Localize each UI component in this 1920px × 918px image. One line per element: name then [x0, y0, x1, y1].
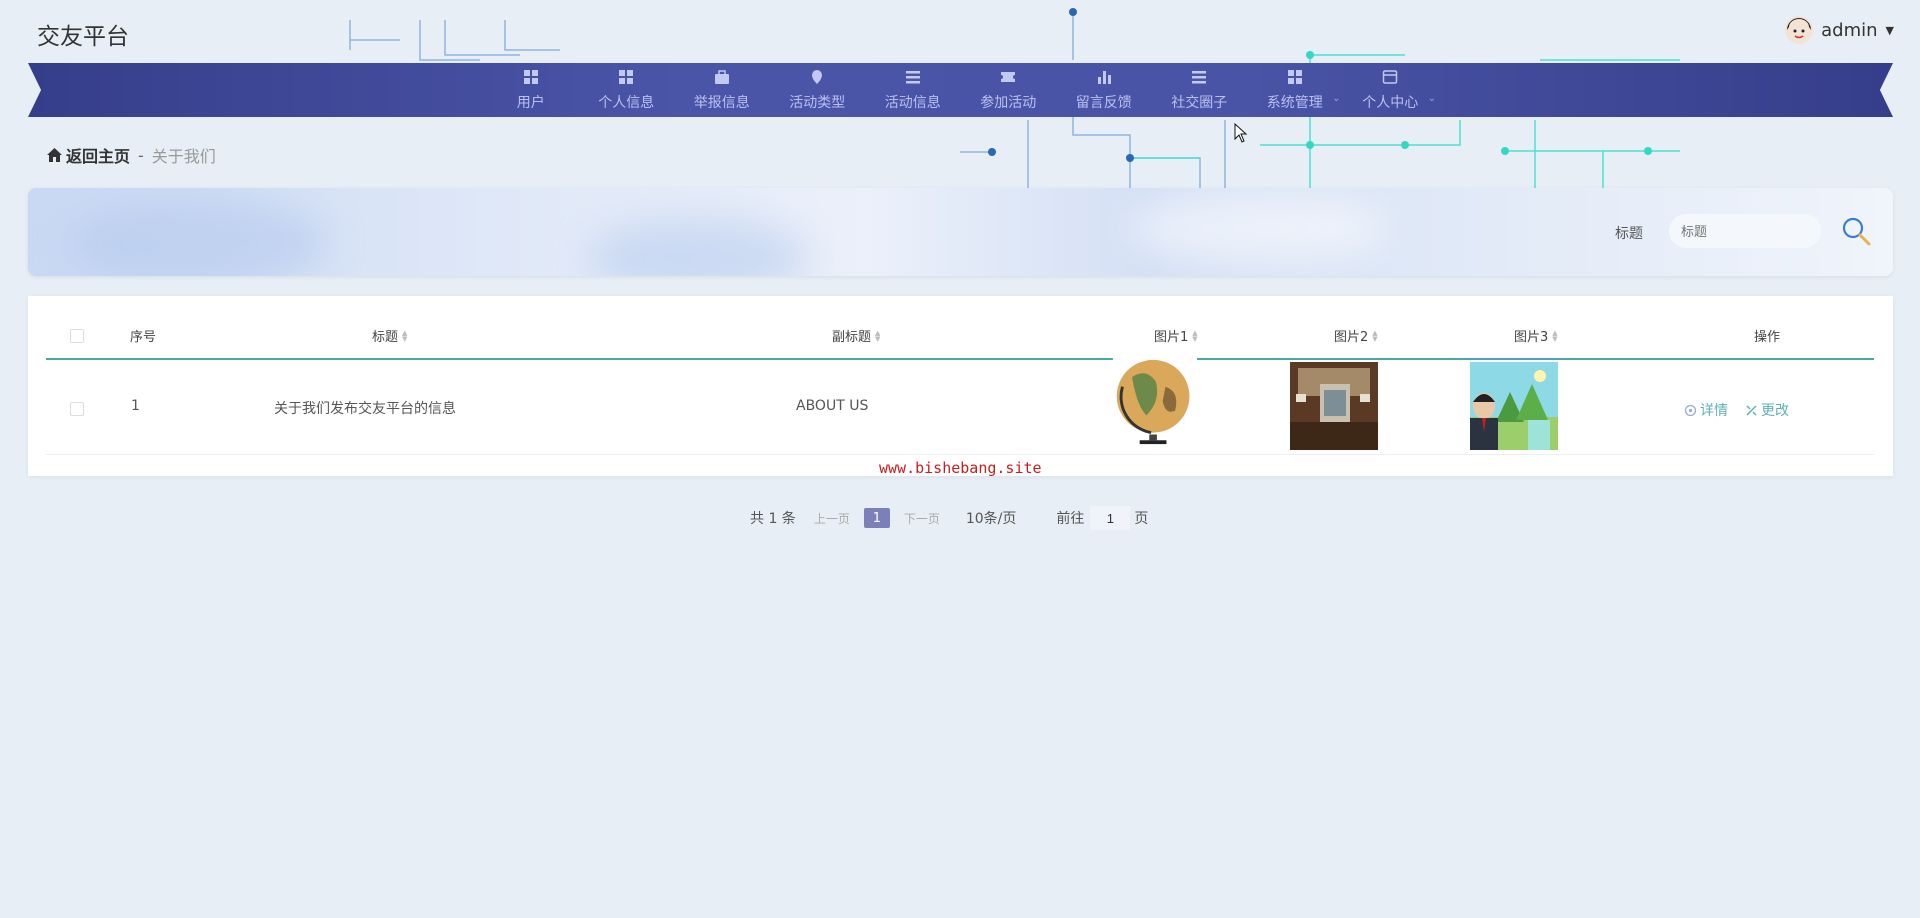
main-nav: 用户 个人信息 举报信息 活动类型 活动信息 参加活动 留言反馈 社交圈子 系统管理 ⌄ 个人中心 ⌄ — [28, 63, 1893, 117]
nav-item-label: 参加活动 — [980, 94, 1037, 111]
col-image2[interactable]: 图片2 ▲ ▼ — [1334, 326, 1378, 345]
page-unit-label: 页 — [1134, 511, 1149, 527]
nav-item-label: 个人信息 — [598, 94, 655, 111]
col-title-label: 标题 — [372, 330, 399, 345]
edit-label: 更改 — [1761, 403, 1789, 419]
sort-icon: ▲ ▼ — [1192, 328, 1198, 343]
nav-item-0[interactable]: 用户 — [483, 63, 579, 117]
edit-icon — [1746, 404, 1757, 416]
data-table: 序号 标题 ▲ ▼ 副标题 ▲ ▼ 图片1 ▲ ▼ 图片2 ▲ ▼ 图片3 ▲ ▼ 操作 1 关于我… — [28, 296, 1893, 476]
sort-icon: ▲ ▼ — [1552, 328, 1558, 343]
breadcrumb-home[interactable]: 返回主页 — [47, 143, 130, 167]
nav-item-4[interactable]: 活动信息 — [865, 63, 961, 117]
next-page-button[interactable]: 下一页 — [904, 510, 940, 527]
prev-page-button[interactable]: 上一页 — [814, 510, 850, 527]
col-image1[interactable]: 图片1 ▲ ▼ — [1154, 326, 1198, 345]
chevron-down-icon: ▼ — [1885, 23, 1894, 37]
detail-label: 详情 — [1700, 403, 1728, 419]
nav-item-label: 活动信息 — [884, 94, 941, 111]
username: admin — [1821, 19, 1878, 41]
nav-item-label: 用户 — [516, 94, 545, 111]
nav-item-label: 举报信息 — [693, 94, 750, 111]
nav-item-label: 留言反馈 — [1075, 94, 1132, 111]
nav-item-8[interactable]: 系统管理 ⌄ — [1247, 63, 1343, 117]
detail-button[interactable]: 详情 — [1684, 400, 1728, 420]
home-icon — [47, 148, 62, 162]
table-row: 1 关于我们发布交友平台的信息 ABOUT US — [46, 360, 1874, 455]
table-header: 序号 标题 ▲ ▼ 副标题 ▲ ▼ 图片1 ▲ ▼ 图片2 ▲ ▼ 图片3 ▲ ▼ 操作 — [46, 296, 1874, 360]
search-input[interactable] — [1669, 214, 1821, 248]
search-panel: 标题 — [28, 188, 1893, 276]
nav-item-5[interactable]: 参加活动 — [961, 63, 1057, 117]
image1-thumbnail[interactable] — [1111, 358, 1199, 446]
app-brand: 交友平台 — [37, 24, 129, 50]
grid-icon — [523, 69, 539, 92]
col-title[interactable]: 标题 ▲ ▼ — [372, 326, 407, 345]
breadcrumb-home-label: 返回主页 — [66, 147, 131, 166]
nav-item-label: 社交圈子 — [1171, 94, 1228, 111]
breadcrumb: 返回主页 - 关于我们 — [47, 143, 216, 167]
row-index: 1 — [131, 398, 140, 414]
nav-item-3[interactable]: 活动类型 — [770, 63, 866, 117]
chevron-down-icon: ⌄ — [1332, 93, 1341, 104]
col-index: 序号 — [130, 330, 157, 345]
col-subtitle[interactable]: 副标题 ▲ ▼ — [832, 326, 880, 345]
bar-chart-icon — [1096, 69, 1112, 92]
page-1-button[interactable]: 1 — [863, 508, 890, 528]
nav-item-7[interactable]: 社交圈子 — [1152, 63, 1248, 117]
col-image2-label: 图片2 — [1334, 330, 1369, 345]
breadcrumb-current: 关于我们 — [151, 147, 216, 166]
sort-icon: ▲ ▼ — [1372, 328, 1378, 343]
sort-icon: ▲ ▼ — [875, 328, 881, 343]
briefcase-icon — [714, 69, 730, 92]
avatar — [1785, 16, 1814, 44]
nav-item-2[interactable]: 举报信息 — [674, 63, 770, 117]
image3-thumbnail[interactable] — [1470, 362, 1558, 450]
user-menu[interactable]: admin ▼ — [1785, 16, 1894, 44]
row-checkbox[interactable] — [70, 402, 84, 416]
list-icon — [1191, 69, 1207, 92]
watermark: www.bishebang.site — [879, 459, 1042, 477]
row-subtitle: ABOUT US — [796, 398, 869, 414]
col-image1-label: 图片1 — [1154, 330, 1189, 345]
col-actions: 操作 — [1754, 330, 1781, 345]
grid-icon — [618, 69, 634, 92]
nav-item-6[interactable]: 留言反馈 — [1056, 63, 1152, 117]
nav-item-9[interactable]: 个人中心 ⌄ — [1343, 63, 1439, 117]
nav-item-label: 系统管理 — [1266, 94, 1323, 111]
image2-thumbnail[interactable] — [1290, 362, 1378, 450]
sort-icon: ▲ ▼ — [402, 328, 408, 343]
search-label: 标题 — [1615, 226, 1643, 242]
mouse-cursor-icon — [1234, 123, 1248, 143]
col-subtitle-label: 副标题 — [832, 330, 872, 345]
page-size-select[interactable]: 10条/页 — [966, 508, 1017, 528]
pagination: 共 1 条 上一页 1 下一页 10条/页 前往 页 — [750, 506, 1148, 530]
select-all-checkbox[interactable] — [70, 329, 84, 343]
pin-icon — [809, 69, 825, 92]
detail-icon — [1684, 404, 1697, 416]
ticket-icon — [1000, 69, 1016, 92]
breadcrumb-separator: - — [138, 145, 144, 165]
nav-item-1[interactable]: 个人信息 — [579, 63, 675, 117]
goto-label: 前往 — [1056, 511, 1085, 527]
goto-page-input[interactable] — [1090, 506, 1131, 530]
row-title: 关于我们发布交友平台的信息 — [274, 401, 456, 417]
window-icon — [1382, 69, 1398, 92]
edit-button[interactable]: 更改 — [1745, 400, 1789, 420]
col-image3-label: 图片3 — [1514, 330, 1549, 345]
chevron-down-icon: ⌄ — [1427, 93, 1436, 104]
list-icon — [905, 69, 921, 92]
nav-item-label: 个人中心 — [1362, 94, 1419, 111]
search-icon[interactable] — [1839, 214, 1873, 248]
pagination-total: 共 1 条 — [750, 511, 796, 527]
grid-icon — [1287, 69, 1303, 92]
col-image3[interactable]: 图片3 ▲ ▼ — [1514, 326, 1558, 345]
nav-item-label: 活动类型 — [789, 94, 846, 111]
